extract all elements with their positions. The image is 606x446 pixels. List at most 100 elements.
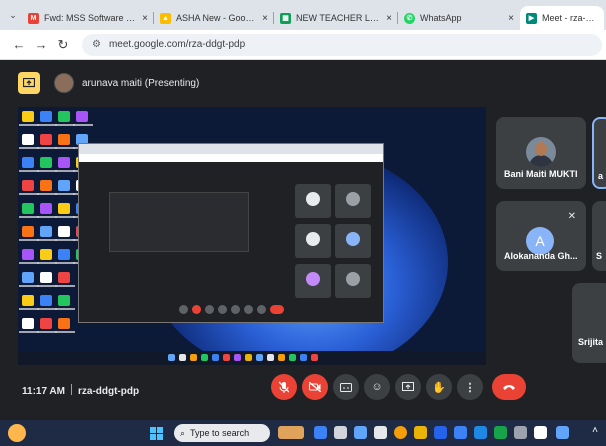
tab-sheets[interactable]: ▦ NEW TEACHER LIST 21.0 × (274, 6, 398, 30)
raise-hand-icon[interactable]: ✋ (426, 374, 452, 400)
nested-taskbar-icon (168, 354, 175, 361)
weather-icon[interactable] (8, 424, 26, 442)
app-icon[interactable] (474, 426, 487, 439)
chrome-icon[interactable] (394, 426, 407, 439)
desktop-app-icon (22, 272, 34, 283)
notepad-icon[interactable] (534, 426, 547, 439)
desktop-app-icon (22, 180, 34, 191)
desktop-app-icon (58, 295, 70, 306)
participant-name-cut: S (596, 251, 603, 261)
chevron-up-icon[interactable]: ˄ (592, 425, 598, 436)
camera-off-icon[interactable] (302, 374, 328, 400)
participant-tile[interactable]: Srijita (572, 283, 606, 363)
app-icon[interactable] (354, 426, 367, 439)
tab-meet[interactable]: ▶ Meet - rza-ddgt-pdp (520, 6, 604, 30)
app-icon[interactable] (556, 426, 569, 439)
tab-drive[interactable]: ▲ ASHA New - Google Driv × (154, 6, 274, 30)
back-arrow-icon[interactable]: ← (8, 34, 30, 56)
desktop-app-icon (58, 203, 70, 214)
desktop-app-icon (40, 226, 52, 237)
desktop-app-icon (22, 203, 34, 214)
desktop-icon-label (55, 331, 75, 333)
desktop-icon-label (55, 262, 75, 264)
desktop-icon-label (55, 193, 75, 195)
desktop-icon-label (19, 262, 39, 264)
nested-taskbar-icon (245, 354, 252, 361)
close-tab-icon[interactable]: × (262, 13, 268, 24)
search-icon: ⌕ (180, 427, 186, 438)
app-icon[interactable] (314, 426, 327, 439)
desktop-icon-label (73, 124, 93, 126)
emoji-icon[interactable]: ☺ (364, 374, 390, 400)
desktop-app-icon (40, 203, 52, 214)
desktop-icon-label (19, 285, 39, 287)
desktop-icon-label (19, 331, 39, 333)
windows-start-icon[interactable] (150, 427, 163, 440)
desktop-icon-label (55, 285, 75, 287)
tab-title: WhatsApp (420, 13, 462, 23)
nested-taskbar-icon (212, 354, 219, 361)
nested-tile (335, 184, 371, 218)
widget-icon[interactable] (278, 426, 304, 439)
forward-arrow-icon[interactable]: → (30, 34, 52, 56)
address-bar[interactable]: ⚙ meet.google.com/rza-ddgt-pdp (82, 33, 602, 56)
mic-off-icon[interactable] (271, 374, 297, 400)
desktop-app-icon (58, 226, 70, 237)
desktop-app-icon (58, 249, 70, 260)
participant-name: Alokananda Gh... (504, 251, 578, 261)
nested-taskbar-icon (234, 354, 241, 361)
desktop-icon-label (37, 331, 57, 333)
present-screen-icon[interactable] (395, 374, 421, 400)
screen: { "browser": { "menu_icon": "chevron-dow… (0, 0, 606, 446)
tab-search-chevron-icon[interactable]: ⌄ (4, 4, 22, 26)
folder-icon[interactable] (414, 426, 427, 439)
close-tab-icon[interactable]: × (142, 13, 148, 24)
tab-whatsapp[interactable]: ✆ WhatsApp × (398, 6, 520, 30)
close-tab-icon[interactable]: × (508, 13, 514, 24)
taskbar-search[interactable]: ⌕ Type to search (174, 424, 270, 442)
whatsapp-icon: ✆ (404, 12, 415, 24)
desktop-icon-label (37, 170, 57, 172)
nested-tile (295, 264, 331, 298)
app-icon[interactable] (514, 426, 527, 439)
participant-tile[interactable]: Bani Maiti MUKTI (496, 117, 586, 189)
captions-icon[interactable] (333, 374, 359, 400)
presenter-avatar (54, 73, 74, 93)
tab-gmail[interactable]: M Fwd: MSS Software Statu × (22, 6, 154, 30)
desktop-icon-label (55, 216, 75, 218)
desktop-app-icon (40, 272, 52, 283)
more-options-icon[interactable]: ⋮ (457, 374, 483, 400)
app-icon[interactable] (434, 426, 447, 439)
participant-tile[interactable]: ✕ A Alokananda Gh... (496, 201, 586, 271)
meeting-code[interactable]: rza-ddgt-pdp (78, 386, 139, 397)
desktop-icon-label (19, 216, 39, 218)
app-icon[interactable] (494, 426, 507, 439)
desktop-icon-label (55, 170, 75, 172)
nested-meet-window (78, 143, 384, 323)
desktop-app-icon (22, 134, 34, 145)
desktop-icon-label (37, 124, 57, 126)
close-tab-icon[interactable]: × (386, 13, 392, 24)
nested-address-bar (79, 154, 383, 162)
app-icon[interactable] (454, 426, 467, 439)
end-call-icon[interactable] (492, 374, 526, 400)
app-icon[interactable] (374, 426, 387, 439)
meet-icon: ▶ (526, 12, 537, 24)
reload-icon[interactable]: ↻ (52, 34, 74, 56)
participant-tile-cut[interactable]: a (592, 117, 606, 189)
nested-controls (179, 305, 284, 314)
desktop-icon-label (19, 308, 39, 310)
nested-dialog (109, 192, 249, 252)
nested-taskbar-icon (278, 354, 285, 361)
app-icon[interactable] (334, 426, 347, 439)
desktop-app-icon (58, 180, 70, 191)
desktop-icon-label (37, 239, 57, 241)
desktop-icon-label (55, 308, 75, 310)
tab-title: NEW TEACHER LIST 21.0 (296, 13, 380, 23)
site-info-icon[interactable]: ⚙ (92, 39, 101, 50)
desktop-icon-label (37, 216, 57, 218)
participant-name-cut: a (598, 171, 604, 181)
drive-icon: ▲ (160, 12, 171, 24)
participant-tile-cut[interactable]: S (592, 201, 606, 271)
present-screen-icon (18, 72, 40, 94)
